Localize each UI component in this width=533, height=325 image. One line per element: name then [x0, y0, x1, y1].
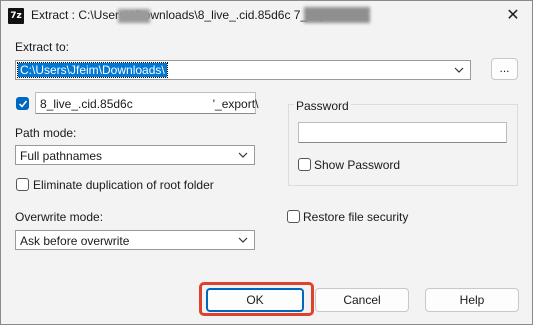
help-button[interactable]: Help: [425, 288, 519, 312]
chevron-down-icon: [238, 237, 248, 243]
extract-to-combobox[interactable]: C:\Users\Jfeim\Downloads\: [15, 60, 471, 80]
7zip-app-icon: 7z: [8, 8, 24, 24]
restore-security-label[interactable]: Restore file security: [303, 210, 408, 224]
show-password-label[interactable]: Show Password: [314, 158, 400, 172]
close-icon: ✕: [506, 7, 520, 24]
subfolder-name-input[interactable]: 8_live_.cid.85d6c '_export\: [35, 92, 259, 114]
password-label: Password: [294, 99, 351, 113]
subfolder-checkbox[interactable]: [16, 97, 29, 110]
overwrite-mode-label: Overwrite mode:: [15, 210, 104, 224]
redacted-username: [118, 9, 150, 23]
overwrite-mode-select[interactable]: Ask before overwrite: [15, 230, 255, 250]
eliminate-duplication-checkbox[interactable]: [16, 178, 29, 191]
path-mode-select[interactable]: Full pathnames: [15, 145, 255, 165]
show-password-checkbox[interactable]: [298, 158, 311, 171]
browse-button[interactable]: ...: [491, 58, 518, 80]
extract-dialog: 7z Extract : C:\Users\ \Downloads\8_live…: [0, 0, 533, 325]
chevron-down-icon[interactable]: [452, 63, 466, 77]
password-input[interactable]: [298, 122, 507, 143]
close-button[interactable]: ✕: [498, 1, 528, 31]
cancel-button[interactable]: Cancel: [315, 288, 409, 312]
path-mode-value: Full pathnames: [20, 149, 103, 163]
path-mode-label: Path mode:: [15, 126, 77, 140]
extract-to-label: Extract to:: [15, 40, 70, 54]
extract-to-path[interactable]: C:\Users\Jfeim\Downloads\: [17, 62, 168, 78]
ok-button-highlight: [199, 282, 314, 316]
restore-security-checkbox[interactable]: [287, 210, 300, 223]
overwrite-mode-value: Ask before overwrite: [20, 234, 130, 248]
password-group: [288, 104, 518, 186]
subfolder-name-value: 8_live_.cid.85d6c '_export\: [40, 97, 259, 111]
eliminate-duplication-label[interactable]: Eliminate duplication of root folder: [33, 178, 214, 192]
group-border: [344, 104, 518, 105]
checkmark-icon: [18, 100, 28, 108]
chevron-down-icon: [238, 152, 248, 158]
redacted-filename: [304, 7, 370, 23]
title-bar[interactable]: 7z Extract : C:\Users\ \Downloads\8_live…: [1, 1, 532, 31]
